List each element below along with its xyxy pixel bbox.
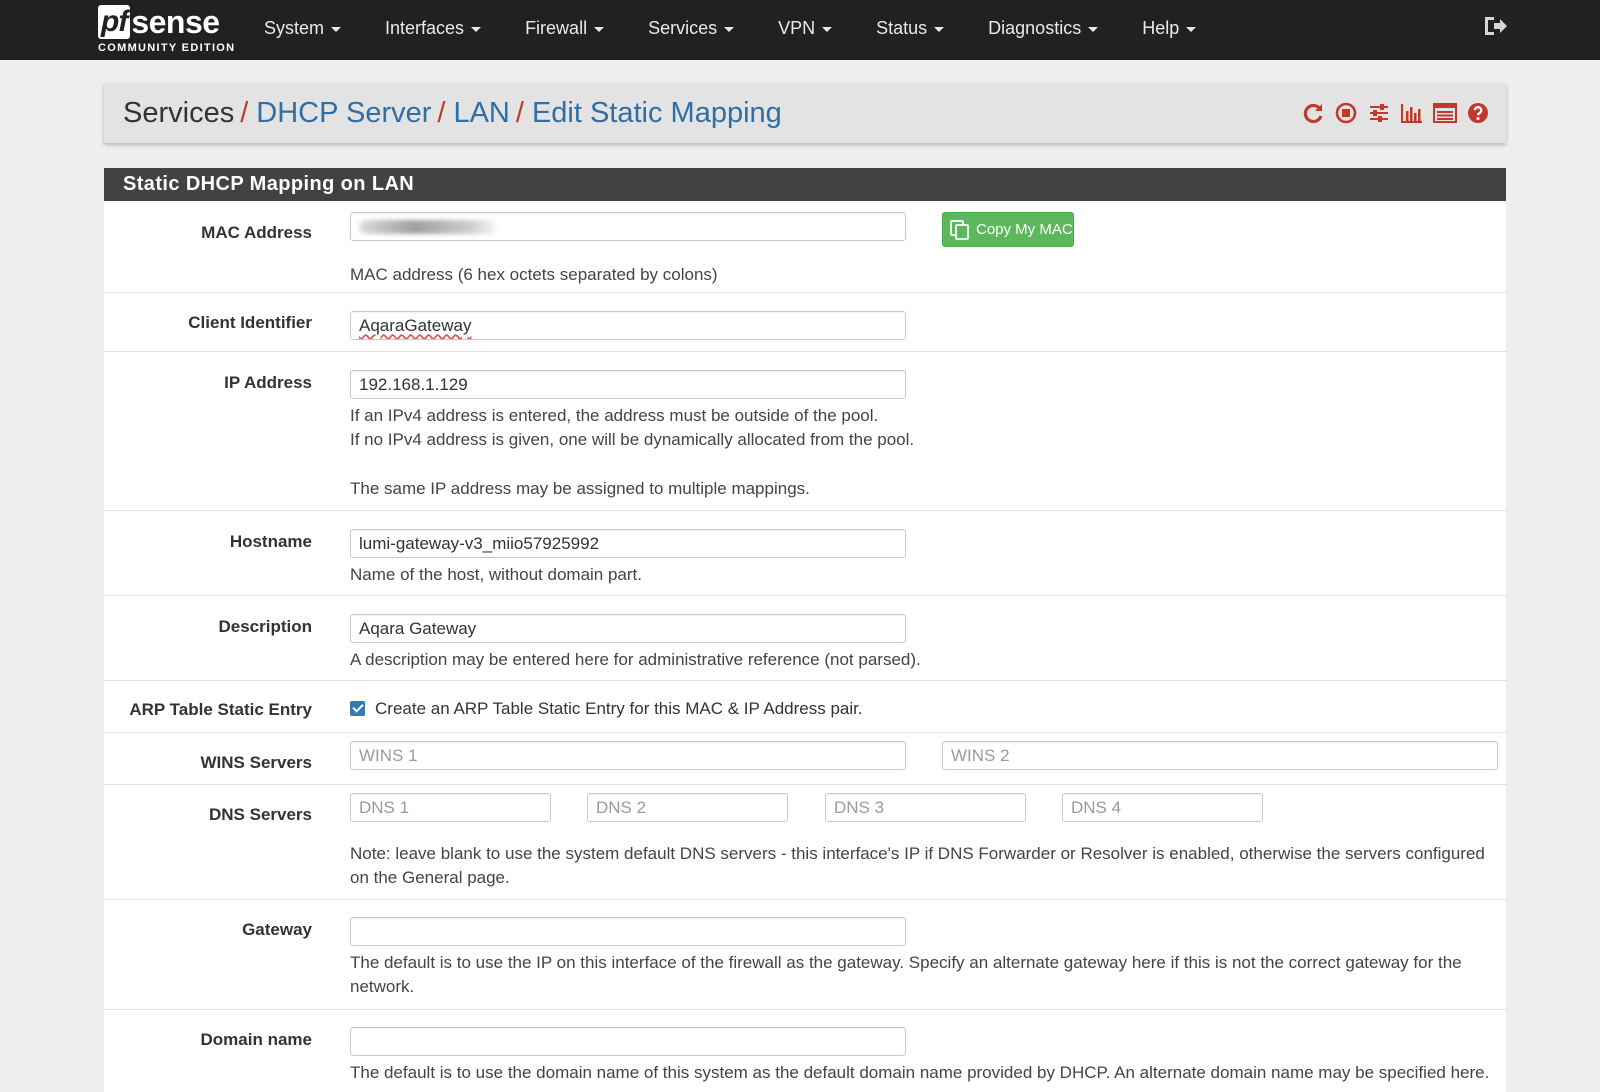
domain-name-input[interactable] bbox=[350, 1027, 906, 1056]
stop-service-icon[interactable] bbox=[1334, 101, 1358, 125]
menu-label: Firewall bbox=[525, 17, 588, 38]
dns-server-4-input[interactable]: DNS 4 bbox=[1062, 793, 1263, 822]
page-shortcuts bbox=[1292, 83, 1490, 143]
logo-wordmark: pf sense bbox=[98, 4, 220, 40]
caret-down-icon bbox=[934, 26, 945, 32]
menu-services[interactable]: Services bbox=[648, 0, 735, 56]
gateway-help: The default is to use the IP on this int… bbox=[350, 953, 1462, 996]
ip-address-label: IP Address bbox=[224, 373, 312, 392]
pfsense-logo[interactable]: pf sense COMMUNITY EDITION bbox=[98, 4, 234, 56]
dns-servers-label: DNS Servers bbox=[208, 805, 312, 824]
menu-label: System bbox=[264, 17, 325, 38]
bar-chart-icon[interactable] bbox=[1400, 101, 1424, 125]
caret-down-icon bbox=[331, 26, 342, 32]
panel-title: Static DHCP Mapping on LAN bbox=[104, 168, 1506, 201]
caret-down-icon bbox=[471, 26, 482, 32]
hostname-label: Hostname bbox=[229, 532, 312, 551]
arp-static-entry-text[interactable]: Create an ARP Table Static Entry for thi… bbox=[375, 697, 863, 721]
menu-label: Services bbox=[648, 17, 718, 38]
menu-firewall[interactable]: Firewall bbox=[525, 0, 605, 56]
breadcrumb-bar: Services / DHCP Server / LAN / Edit Stat… bbox=[104, 83, 1506, 143]
domain-name-row: Domain name The default is to use the do… bbox=[104, 1010, 1506, 1092]
caret-down-icon bbox=[1186, 26, 1197, 32]
breadcrumb-dhcp-server[interactable]: DHCP Server bbox=[256, 97, 431, 130]
mac-address-input[interactable] bbox=[350, 212, 906, 241]
gateway-row: Gateway The default is to use the IP on … bbox=[104, 900, 1506, 1010]
mac-address-row: MAC Address Copy My MAC MAC address (6 h… bbox=[104, 201, 1506, 293]
mac-address-help: MAC address (6 hex octets separated by c… bbox=[350, 265, 718, 284]
client-identifier-row: Client Identifier AqaraGateway bbox=[104, 293, 1506, 352]
logout-icon[interactable] bbox=[1482, 14, 1508, 38]
domain-name-help: The default is to use the domain name of… bbox=[350, 1063, 1490, 1082]
description-row: Description Aqara Gateway A description … bbox=[104, 596, 1506, 681]
top-navbar: pf sense COMMUNITY EDITION System Interfa… bbox=[0, 0, 1600, 60]
redacted-mac-value bbox=[359, 220, 497, 234]
ip-address-input[interactable]: 192.168.1.129 bbox=[350, 370, 906, 399]
arp-static-entry-checkbox[interactable] bbox=[350, 701, 365, 716]
menu-system[interactable]: System bbox=[264, 0, 342, 56]
wins-server-2-input[interactable]: WINS 2 bbox=[942, 741, 1498, 770]
menu-status[interactable]: Status bbox=[876, 0, 945, 56]
static-mapping-panel: Static DHCP Mapping on LAN MAC Address C… bbox=[104, 168, 1506, 1092]
dns-servers-row: DNS Servers DNS 1 DNS 2 DNS 3 DNS 4 Note… bbox=[104, 785, 1506, 900]
menu-diagnostics[interactable]: Diagnostics bbox=[988, 0, 1099, 56]
menu-label: Status bbox=[876, 17, 928, 38]
logo-edition: COMMUNITY EDITION bbox=[98, 42, 236, 54]
description-input[interactable]: Aqara Gateway bbox=[350, 614, 906, 643]
arp-static-entry-row: ARP Table Static Entry Create an ARP Tab… bbox=[104, 681, 1506, 733]
dns-server-3-input[interactable]: DNS 3 bbox=[825, 793, 1026, 822]
caret-down-icon bbox=[724, 26, 735, 32]
ip-address-row: IP Address 192.168.1.129 If an IPv4 addr… bbox=[104, 352, 1506, 511]
ip-address-help-2: If no IPv4 address is given, one will be… bbox=[350, 430, 915, 449]
settings-sliders-icon[interactable] bbox=[1367, 101, 1391, 125]
ip-address-help-1: If an IPv4 address is entered, the addre… bbox=[350, 406, 879, 425]
dns-servers-help: Note: leave blank to use the system defa… bbox=[350, 844, 1485, 887]
copy-my-mac-label: Copy My MAC bbox=[976, 221, 1073, 238]
client-identifier-value: AqaraGateway bbox=[359, 316, 472, 335]
breadcrumb-separator: / bbox=[515, 96, 524, 129]
restart-service-icon[interactable] bbox=[1301, 101, 1325, 125]
main-menu: System Interfaces Firewall Services VPN … bbox=[264, 0, 1240, 56]
help-icon[interactable] bbox=[1466, 101, 1490, 125]
wins-servers-label: WINS Servers bbox=[200, 753, 313, 772]
caret-down-icon bbox=[1088, 26, 1099, 32]
wins-servers-row: WINS Servers WINS 1 WINS 2 bbox=[104, 733, 1506, 785]
domain-name-label: Domain name bbox=[200, 1030, 312, 1049]
menu-label: Diagnostics bbox=[988, 17, 1082, 38]
ip-address-help-3: The same IP address may be assigned to m… bbox=[350, 479, 810, 498]
log-list-icon[interactable] bbox=[1433, 101, 1457, 125]
hostname-row: Hostname lumi-gateway-v3_miio57925992 Na… bbox=[104, 511, 1506, 596]
breadcrumb-separator: / bbox=[437, 96, 446, 129]
hostname-help: Name of the host, without domain part. bbox=[350, 565, 642, 584]
mac-address-label: MAC Address bbox=[201, 223, 312, 242]
caret-down-icon bbox=[594, 26, 605, 32]
gateway-label: Gateway bbox=[242, 920, 312, 939]
menu-label: Interfaces bbox=[385, 17, 465, 38]
gateway-input[interactable] bbox=[350, 917, 906, 946]
description-label: Description bbox=[218, 617, 312, 636]
client-identifier-label: Client Identifier bbox=[188, 313, 312, 332]
menu-interfaces[interactable]: Interfaces bbox=[385, 0, 482, 56]
logo-sense: sense bbox=[131, 4, 220, 40]
hostname-input[interactable]: lumi-gateway-v3_miio57925992 bbox=[350, 529, 906, 558]
caret-down-icon bbox=[822, 26, 833, 32]
client-identifier-input[interactable]: AqaraGateway bbox=[350, 311, 906, 340]
menu-label: VPN bbox=[778, 17, 816, 38]
copy-my-mac-button[interactable]: Copy My MAC bbox=[942, 212, 1074, 247]
breadcrumb-services: Services bbox=[123, 96, 235, 129]
breadcrumb: Services / DHCP Server / LAN / Edit Stat… bbox=[123, 83, 782, 143]
menu-help[interactable]: Help bbox=[1142, 0, 1197, 56]
menu-label: Help bbox=[1142, 17, 1180, 38]
description-help: A description may be entered here for ad… bbox=[350, 650, 921, 669]
breadcrumb-separator: / bbox=[240, 96, 249, 129]
breadcrumb-edit-static-mapping[interactable]: Edit Static Mapping bbox=[532, 97, 782, 130]
logo-pf: pf bbox=[98, 5, 131, 39]
dns-server-1-input[interactable]: DNS 1 bbox=[350, 793, 551, 822]
wins-server-1-input[interactable]: WINS 1 bbox=[350, 741, 906, 770]
menu-vpn[interactable]: VPN bbox=[778, 0, 833, 56]
dns-server-2-input[interactable]: DNS 2 bbox=[587, 793, 788, 822]
breadcrumb-lan[interactable]: LAN bbox=[453, 97, 509, 130]
copy-icon bbox=[950, 219, 969, 240]
arp-static-entry-label: ARP Table Static Entry bbox=[129, 700, 312, 719]
